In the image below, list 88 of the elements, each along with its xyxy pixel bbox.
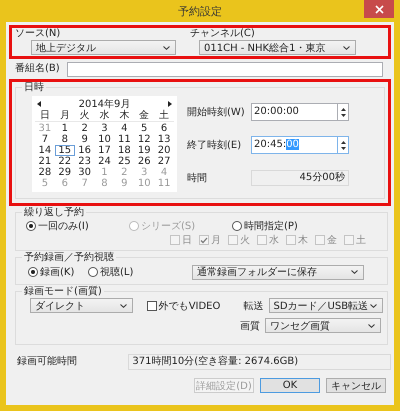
down-arrow-icon[interactable] xyxy=(340,114,346,116)
calendar-day[interactable]: 13 xyxy=(154,134,174,145)
calendar-day[interactable]: 6 xyxy=(154,123,174,134)
video-checkbox[interactable]: 外でもVIDEO xyxy=(146,298,230,312)
calendar-day[interactable]: 5 xyxy=(134,123,154,134)
spin-control[interactable] xyxy=(337,103,349,121)
weekday-label: 月 xyxy=(58,110,71,121)
calendar-day[interactable]: 25 xyxy=(114,156,134,167)
calendar-day[interactable]: 9 xyxy=(74,134,95,145)
end-time-field[interactable]: 20:45:00 xyxy=(251,136,337,154)
calendar-day[interactable]: 18 xyxy=(114,145,134,156)
calendar-day[interactable]: 10 xyxy=(94,134,114,145)
calendar-day[interactable]: 12 xyxy=(134,134,154,145)
weekday-label: 金 xyxy=(138,110,150,121)
channel-dropdown[interactable]: 011CH - NHK総合1・東京 xyxy=(199,40,356,55)
transfer-dropdown[interactable]: SDカード／USB転送 xyxy=(268,298,384,313)
channel-label: チャンネル(C) xyxy=(190,28,256,40)
program-name-field[interactable] xyxy=(67,62,383,76)
calendar-day[interactable]: 1 xyxy=(54,123,75,134)
end-time-label: 終了時刻(E) xyxy=(187,138,242,152)
radio-button[interactable]: 視聴(L) xyxy=(88,265,146,279)
duration-label: 時間 xyxy=(187,172,208,185)
calendar-day[interactable]: 22 xyxy=(54,156,75,167)
transfer-label: 転送 xyxy=(244,300,264,312)
folder-dropdown[interactable]: 通常録画フォルダーに保存 xyxy=(192,264,364,280)
close-icon xyxy=(374,4,384,14)
source-label: ソース(N) xyxy=(15,28,62,40)
calendar-day[interactable]: 23 xyxy=(74,156,95,167)
source-dropdown[interactable]: 地上デジタル xyxy=(31,40,176,55)
calendar-day[interactable]: 30 xyxy=(74,167,95,178)
radio-button[interactable]: 一回のみ(I) xyxy=(26,218,129,232)
close-button[interactable] xyxy=(364,0,394,18)
radio-button[interactable]: 録画(K) xyxy=(28,265,86,279)
dialog-button[interactable]: OK xyxy=(260,378,320,393)
calendar-day[interactable]: 7 xyxy=(35,134,55,145)
dialog-button[interactable]: キャンセル xyxy=(326,378,386,393)
calendar-day[interactable]: 16 xyxy=(74,145,95,156)
calendar-day[interactable]: 26 xyxy=(134,156,154,167)
calendar-day[interactable]: 24 xyxy=(94,156,114,167)
group-title: 繰り返し予約 xyxy=(23,207,85,218)
start-time-field[interactable]: 20:00:00 xyxy=(251,103,337,121)
next-month-icon[interactable] xyxy=(168,101,172,107)
available-time-label: 録画可能時間 xyxy=(17,356,78,368)
calendar-day[interactable]: 28 xyxy=(35,167,55,178)
calendar-day[interactable]: 2 xyxy=(74,123,95,134)
spin-control[interactable] xyxy=(337,136,349,154)
calendar-day[interactable]: 3 xyxy=(94,123,114,134)
previous-month-icon[interactable] xyxy=(37,101,41,107)
caret-icon xyxy=(351,270,358,274)
up-arrow-icon[interactable] xyxy=(340,108,346,110)
weekday-label: 火 xyxy=(78,110,91,121)
group-title: 録画モード(画質) xyxy=(23,286,103,297)
calendar-day[interactable]: 27 xyxy=(154,156,174,167)
calendar-day[interactable]: 14 xyxy=(35,145,55,156)
calendar-day[interactable]: 11 xyxy=(114,134,134,145)
start-time-label: 開始時刻(W) xyxy=(187,106,246,119)
quality-label: 画質 xyxy=(240,320,260,332)
calendar-day[interactable]: 19 xyxy=(134,145,154,156)
calendar-day[interactable]: 29 xyxy=(54,167,75,178)
calendar-day[interactable]: 21 xyxy=(35,156,55,167)
calendar-day[interactable]: 15 xyxy=(54,145,75,156)
caret-icon xyxy=(163,46,170,50)
available-time-field: 371時間10分(空き容量: 2674.6GB) xyxy=(128,354,391,370)
quality-dropdown[interactable]: ワンセグ画質 xyxy=(265,318,381,333)
down-arrow-icon[interactable] xyxy=(340,146,346,150)
calendar[interactable]: 2014年9月 日 月 火 水 木 金 土 31 1 2 3 4 5 6 7 8 9 10 11 12 13 14 15 16 17 18 19 20 21 22 23 24 25 26 27 28 29 30 1 2 3 4 5 6 7 8 9 10 11 xyxy=(32,96,177,192)
weekday-label: 水 xyxy=(98,110,110,121)
month-title: 2014年9月 xyxy=(78,98,130,110)
caret-icon xyxy=(370,304,378,308)
caret-icon xyxy=(120,304,127,308)
weekday-label: 木 xyxy=(118,110,130,121)
caret-icon xyxy=(343,46,350,50)
window-title: 予約設定 xyxy=(178,4,222,18)
calendar-day[interactable]: 20 xyxy=(154,145,174,156)
weekday-label: 日 xyxy=(38,110,51,121)
calendar-day[interactable]: 4 xyxy=(114,123,134,134)
mode-dropdown[interactable]: ダイレクト xyxy=(30,298,133,313)
check-icon xyxy=(200,236,208,244)
duration-field: 45分00秒 xyxy=(251,170,349,186)
caret-icon xyxy=(368,324,375,328)
program-name-label: 番組名(B) xyxy=(15,63,61,75)
calendar-day[interactable]: 17 xyxy=(94,145,114,156)
group-title: 日時 xyxy=(23,82,45,93)
calendar-day[interactable]: 8 xyxy=(54,134,75,145)
up-arrow-icon[interactable] xyxy=(340,140,346,144)
weekday-label: 土 xyxy=(158,110,170,121)
group-title: 予約録画／予約視聴 xyxy=(23,252,115,263)
radio-button[interactable]: 時間指定(P) xyxy=(232,218,298,232)
